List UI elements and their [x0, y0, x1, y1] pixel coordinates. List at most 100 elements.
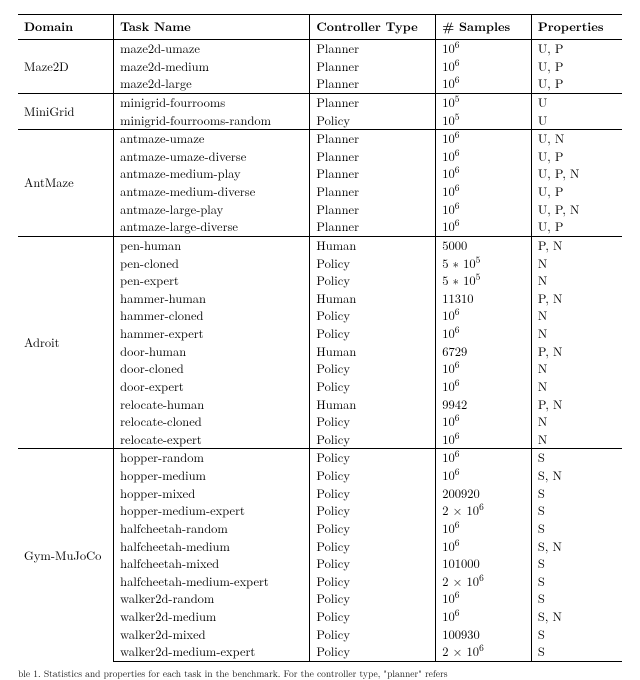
task-cell: walker2d-medium-expert: [114, 643, 310, 661]
controller-cell: Policy: [310, 573, 436, 591]
properties-cell: S: [531, 449, 622, 467]
controller-cell: Policy: [310, 360, 436, 378]
properties-cell: U: [531, 93, 622, 111]
controller-cell: Planner: [310, 130, 436, 148]
controller-cell: Policy: [310, 502, 436, 520]
samples-cell: 106: [436, 538, 532, 556]
properties-cell: U, N: [531, 130, 622, 148]
properties-cell: U, P: [531, 75, 622, 93]
task-cell: hopper-random: [114, 449, 310, 467]
task-cell: door-human: [114, 343, 310, 361]
controller-cell: Planner: [310, 165, 436, 183]
properties-cell: U, P: [531, 148, 622, 166]
col-controller: Controller Type: [310, 15, 436, 40]
samples-cell: 2 × 106: [436, 573, 532, 591]
task-cell: pen-human: [114, 236, 310, 254]
task-cell: hopper-mixed: [114, 485, 310, 503]
properties-cell: N: [531, 272, 622, 290]
controller-cell: Planner: [310, 218, 436, 236]
controller-cell: Policy: [310, 378, 436, 396]
controller-cell: Policy: [310, 112, 436, 130]
domain-cell: Maze2D: [18, 40, 114, 94]
task-cell: minigrid-fourrooms: [114, 93, 310, 111]
properties-cell: U, P: [531, 218, 622, 236]
samples-cell: 2 × 106: [436, 502, 532, 520]
task-cell: door-cloned: [114, 360, 310, 378]
task-cell: relocate-cloned: [114, 413, 310, 431]
properties-cell: N: [531, 360, 622, 378]
properties-cell: S: [531, 520, 622, 538]
properties-cell: S: [531, 573, 622, 591]
samples-cell: 106: [436, 449, 532, 467]
properties-cell: U: [531, 112, 622, 130]
properties-cell: U, P: [531, 183, 622, 201]
task-cell: antmaze-large-diverse: [114, 218, 310, 236]
properties-cell: N: [531, 307, 622, 325]
samples-cell: 106: [436, 608, 532, 626]
controller-cell: Policy: [310, 555, 436, 573]
task-cell: pen-cloned: [114, 255, 310, 273]
properties-cell: S, N: [531, 467, 622, 485]
table-caption: ble 1. Statistics and properties for eac…: [18, 668, 622, 680]
task-cell: minigrid-fourrooms-random: [114, 112, 310, 130]
task-cell: relocate-expert: [114, 431, 310, 449]
caption-text: Statistics and properties for each task …: [44, 668, 448, 680]
controller-cell: Human: [310, 343, 436, 361]
properties-cell: S: [531, 590, 622, 608]
controller-cell: Policy: [310, 590, 436, 608]
samples-cell: 106: [436, 40, 532, 58]
samples-cell: 2 × 106: [436, 643, 532, 661]
controller-cell: Planner: [310, 148, 436, 166]
samples-cell: 106: [436, 325, 532, 343]
samples-cell: 5000: [436, 236, 532, 254]
properties-cell: S, N: [531, 538, 622, 556]
properties-cell: S: [531, 555, 622, 573]
samples-cell: 5 ∗ 105: [436, 272, 532, 290]
properties-cell: P, N: [531, 343, 622, 361]
properties-cell: N: [531, 255, 622, 273]
table-row: Gym-MuJoCohopper-randomPolicy106S: [18, 449, 622, 467]
controller-cell: Policy: [310, 307, 436, 325]
controller-cell: Human: [310, 396, 436, 414]
samples-cell: 5 ∗ 105: [436, 255, 532, 273]
properties-cell: N: [531, 413, 622, 431]
caption-prefix: ble 1.: [18, 668, 41, 680]
col-domain: Domain: [18, 15, 114, 40]
task-cell: hammer-expert: [114, 325, 310, 343]
controller-cell: Policy: [310, 467, 436, 485]
task-cell: hammer-human: [114, 290, 310, 308]
controller-cell: Policy: [310, 538, 436, 556]
task-cell: maze2d-medium: [114, 58, 310, 76]
samples-cell: 106: [436, 378, 532, 396]
task-cell: maze2d-large: [114, 75, 310, 93]
task-cell: hammer-cloned: [114, 307, 310, 325]
task-cell: walker2d-medium: [114, 608, 310, 626]
domain-cell: Adroit: [18, 236, 114, 449]
task-cell: halfcheetah-mixed: [114, 555, 310, 573]
task-cell: halfcheetah-medium: [114, 538, 310, 556]
properties-cell: S: [531, 502, 622, 520]
samples-cell: 106: [436, 431, 532, 449]
controller-cell: Policy: [310, 255, 436, 273]
table-row: Maze2Dmaze2d-umazePlanner106U, P: [18, 40, 622, 58]
task-cell: pen-expert: [114, 272, 310, 290]
task-cell: antmaze-large-play: [114, 201, 310, 219]
properties-cell: S: [531, 643, 622, 661]
table-row: AntMazeantmaze-umazePlanner106U, N: [18, 130, 622, 148]
task-cell: antmaze-umaze-diverse: [114, 148, 310, 166]
samples-cell: 105: [436, 112, 532, 130]
controller-cell: Human: [310, 290, 436, 308]
controller-cell: Policy: [310, 643, 436, 661]
samples-cell: 106: [436, 413, 532, 431]
samples-cell: 106: [436, 183, 532, 201]
properties-cell: U, P: [531, 40, 622, 58]
controller-cell: Policy: [310, 485, 436, 503]
controller-cell: Planner: [310, 40, 436, 58]
samples-cell: 200920: [436, 485, 532, 503]
samples-cell: 106: [436, 58, 532, 76]
controller-cell: Policy: [310, 325, 436, 343]
samples-cell: 105: [436, 93, 532, 111]
table-row: Adroitpen-humanHuman5000P, N: [18, 236, 622, 254]
properties-cell: P, N: [531, 396, 622, 414]
domain-cell: Gym-MuJoCo: [18, 449, 114, 662]
